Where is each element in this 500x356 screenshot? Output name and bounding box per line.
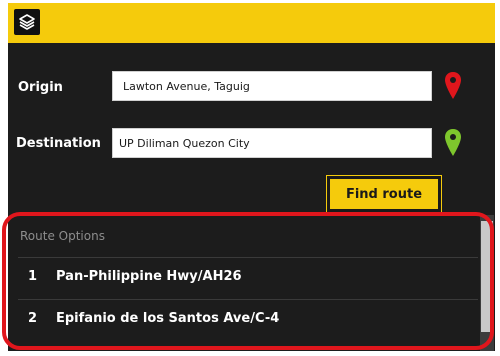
- origin-pin-icon: [445, 72, 461, 99]
- scrollbar-thumb[interactable]: [481, 221, 493, 332]
- destination-pin-icon: [445, 129, 461, 156]
- route-option-2[interactable]: 2 Epifanio de los Santos Ave/C-4: [18, 299, 478, 337]
- origin-input[interactable]: Lawton Avenue, Taguig: [112, 71, 432, 101]
- route-option-1[interactable]: 1 Pan-Philippine Hwy/AH26: [18, 257, 478, 295]
- layers-button[interactable]: [14, 9, 40, 35]
- find-route-button[interactable]: Find route: [326, 175, 442, 213]
- destination-input[interactable]: UP Diliman Quezon City: [112, 128, 432, 158]
- layers-icon: [19, 14, 35, 30]
- destination-label: Destination: [16, 136, 101, 151]
- route-options-title: Route Options: [20, 229, 105, 243]
- route-name: Pan-Philippine Hwy/AH26: [56, 269, 242, 284]
- route-options-list: Route Options 1 Pan-Philippine Hwy/AH26 …: [8, 215, 495, 351]
- route-panel: Origin Lawton Avenue, Taguig Destination…: [8, 3, 495, 351]
- panel-header: [8, 3, 495, 43]
- origin-label: Origin: [18, 80, 63, 95]
- route-name: Epifanio de los Santos Ave/C-4: [56, 311, 280, 326]
- route-number: 2: [28, 311, 38, 326]
- route-number: 1: [28, 269, 38, 284]
- route-list-scrollbar[interactable]: [480, 215, 494, 351]
